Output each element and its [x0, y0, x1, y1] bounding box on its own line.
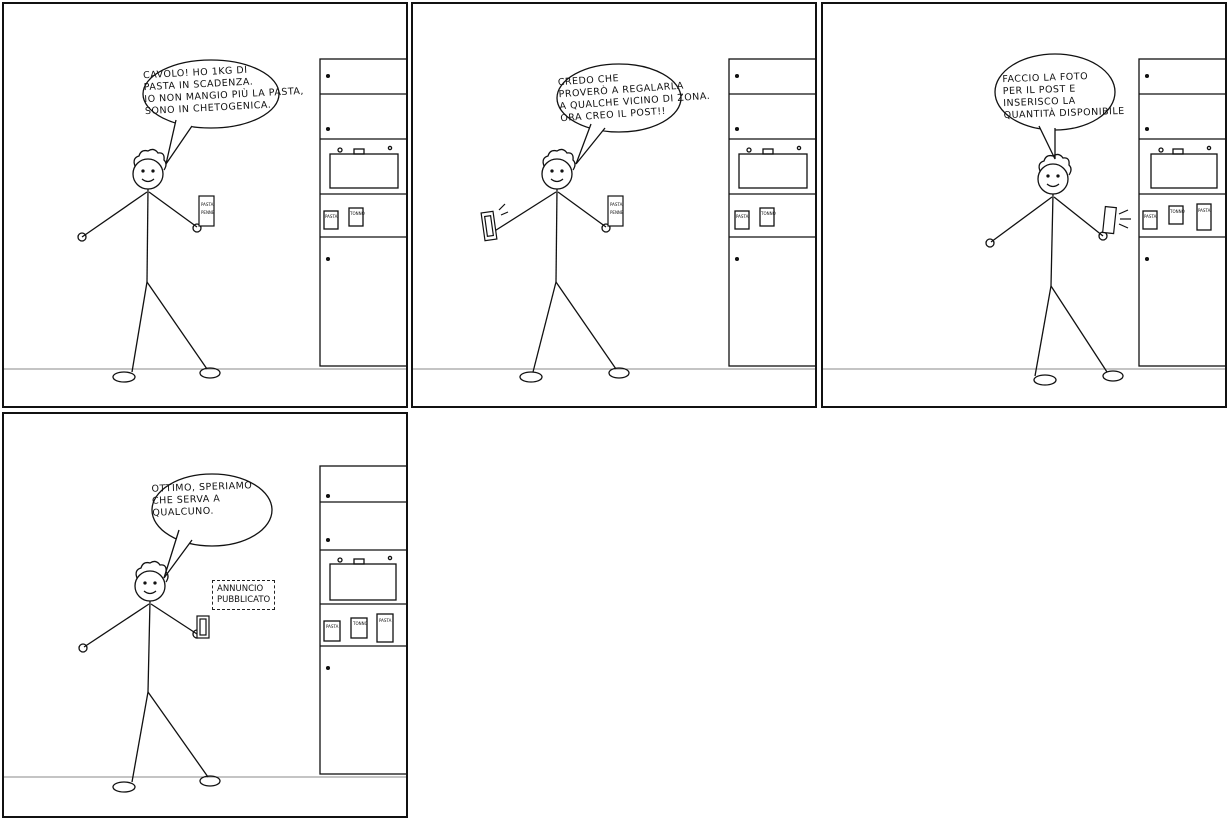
comic-panel-4: PASTA TONNO PASTA Ottimo, speriam [2, 412, 408, 818]
notice-line: pubblicato [217, 595, 271, 605]
stick-figure [77, 148, 221, 383]
comic-panel-3: PASTA TONNO PASTA FACCIO LA FOTO PER IL … [821, 2, 1227, 408]
svg-text:PASTA: PASTA [201, 202, 214, 207]
svg-text:PASTA: PASTA [326, 624, 339, 629]
svg-text:PASTA: PASTA [1198, 208, 1211, 213]
stick-figure [78, 560, 221, 793]
comic-panel-2: PASTA TONNO PASTA PENNE CREDO CHE PROVER… [411, 2, 817, 408]
svg-text:PASTA: PASTA [325, 214, 338, 219]
comic-panel-1: PASTA TONNO PASTA PENNE CAVOLO! HO 1KG D… [2, 2, 408, 408]
svg-text:TONNO: TONNO [760, 211, 776, 216]
phone-icon [480, 203, 509, 242]
notice-line: Annuncio [217, 584, 264, 594]
phone-icon [1102, 205, 1131, 235]
svg-text:TONNO: TONNO [1169, 209, 1185, 214]
svg-text:PENNE: PENNE [201, 210, 215, 215]
svg-text:TONNO: TONNO [352, 621, 368, 626]
svg-text:PASTA: PASTA [610, 202, 623, 207]
speech-text: Cavolo! Ho 1kg di pasta in scadenza. Io … [143, 62, 305, 118]
speech-text: Faccio la foto per il post e inserisco l… [1002, 70, 1125, 122]
phone-icon [196, 615, 210, 639]
stick-figure [492, 148, 630, 383]
panel-3-drawing: PASTA TONNO PASTA [823, 53, 1225, 386]
panel-2-drawing: PASTA TONNO PASTA PENNE [413, 58, 815, 383]
svg-text:PASTA: PASTA [1144, 214, 1157, 219]
svg-text:PASTA: PASTA [736, 214, 749, 219]
speech-text: Ottimo, speriamo che serva a qualcuno. [151, 480, 253, 519]
stick-figure [985, 153, 1124, 386]
svg-text:PENNE: PENNE [610, 210, 624, 215]
published-notice: Annuncio pubblicato [212, 580, 276, 610]
svg-text:PASTA: PASTA [379, 618, 392, 623]
panel-1-drawing: PASTA TONNO PASTA PENNE [4, 58, 406, 383]
panel-4-drawing: PASTA TONNO PASTA [4, 465, 406, 793]
svg-text:TONNO: TONNO [349, 211, 365, 216]
kitchen-cabinet [319, 465, 406, 775]
